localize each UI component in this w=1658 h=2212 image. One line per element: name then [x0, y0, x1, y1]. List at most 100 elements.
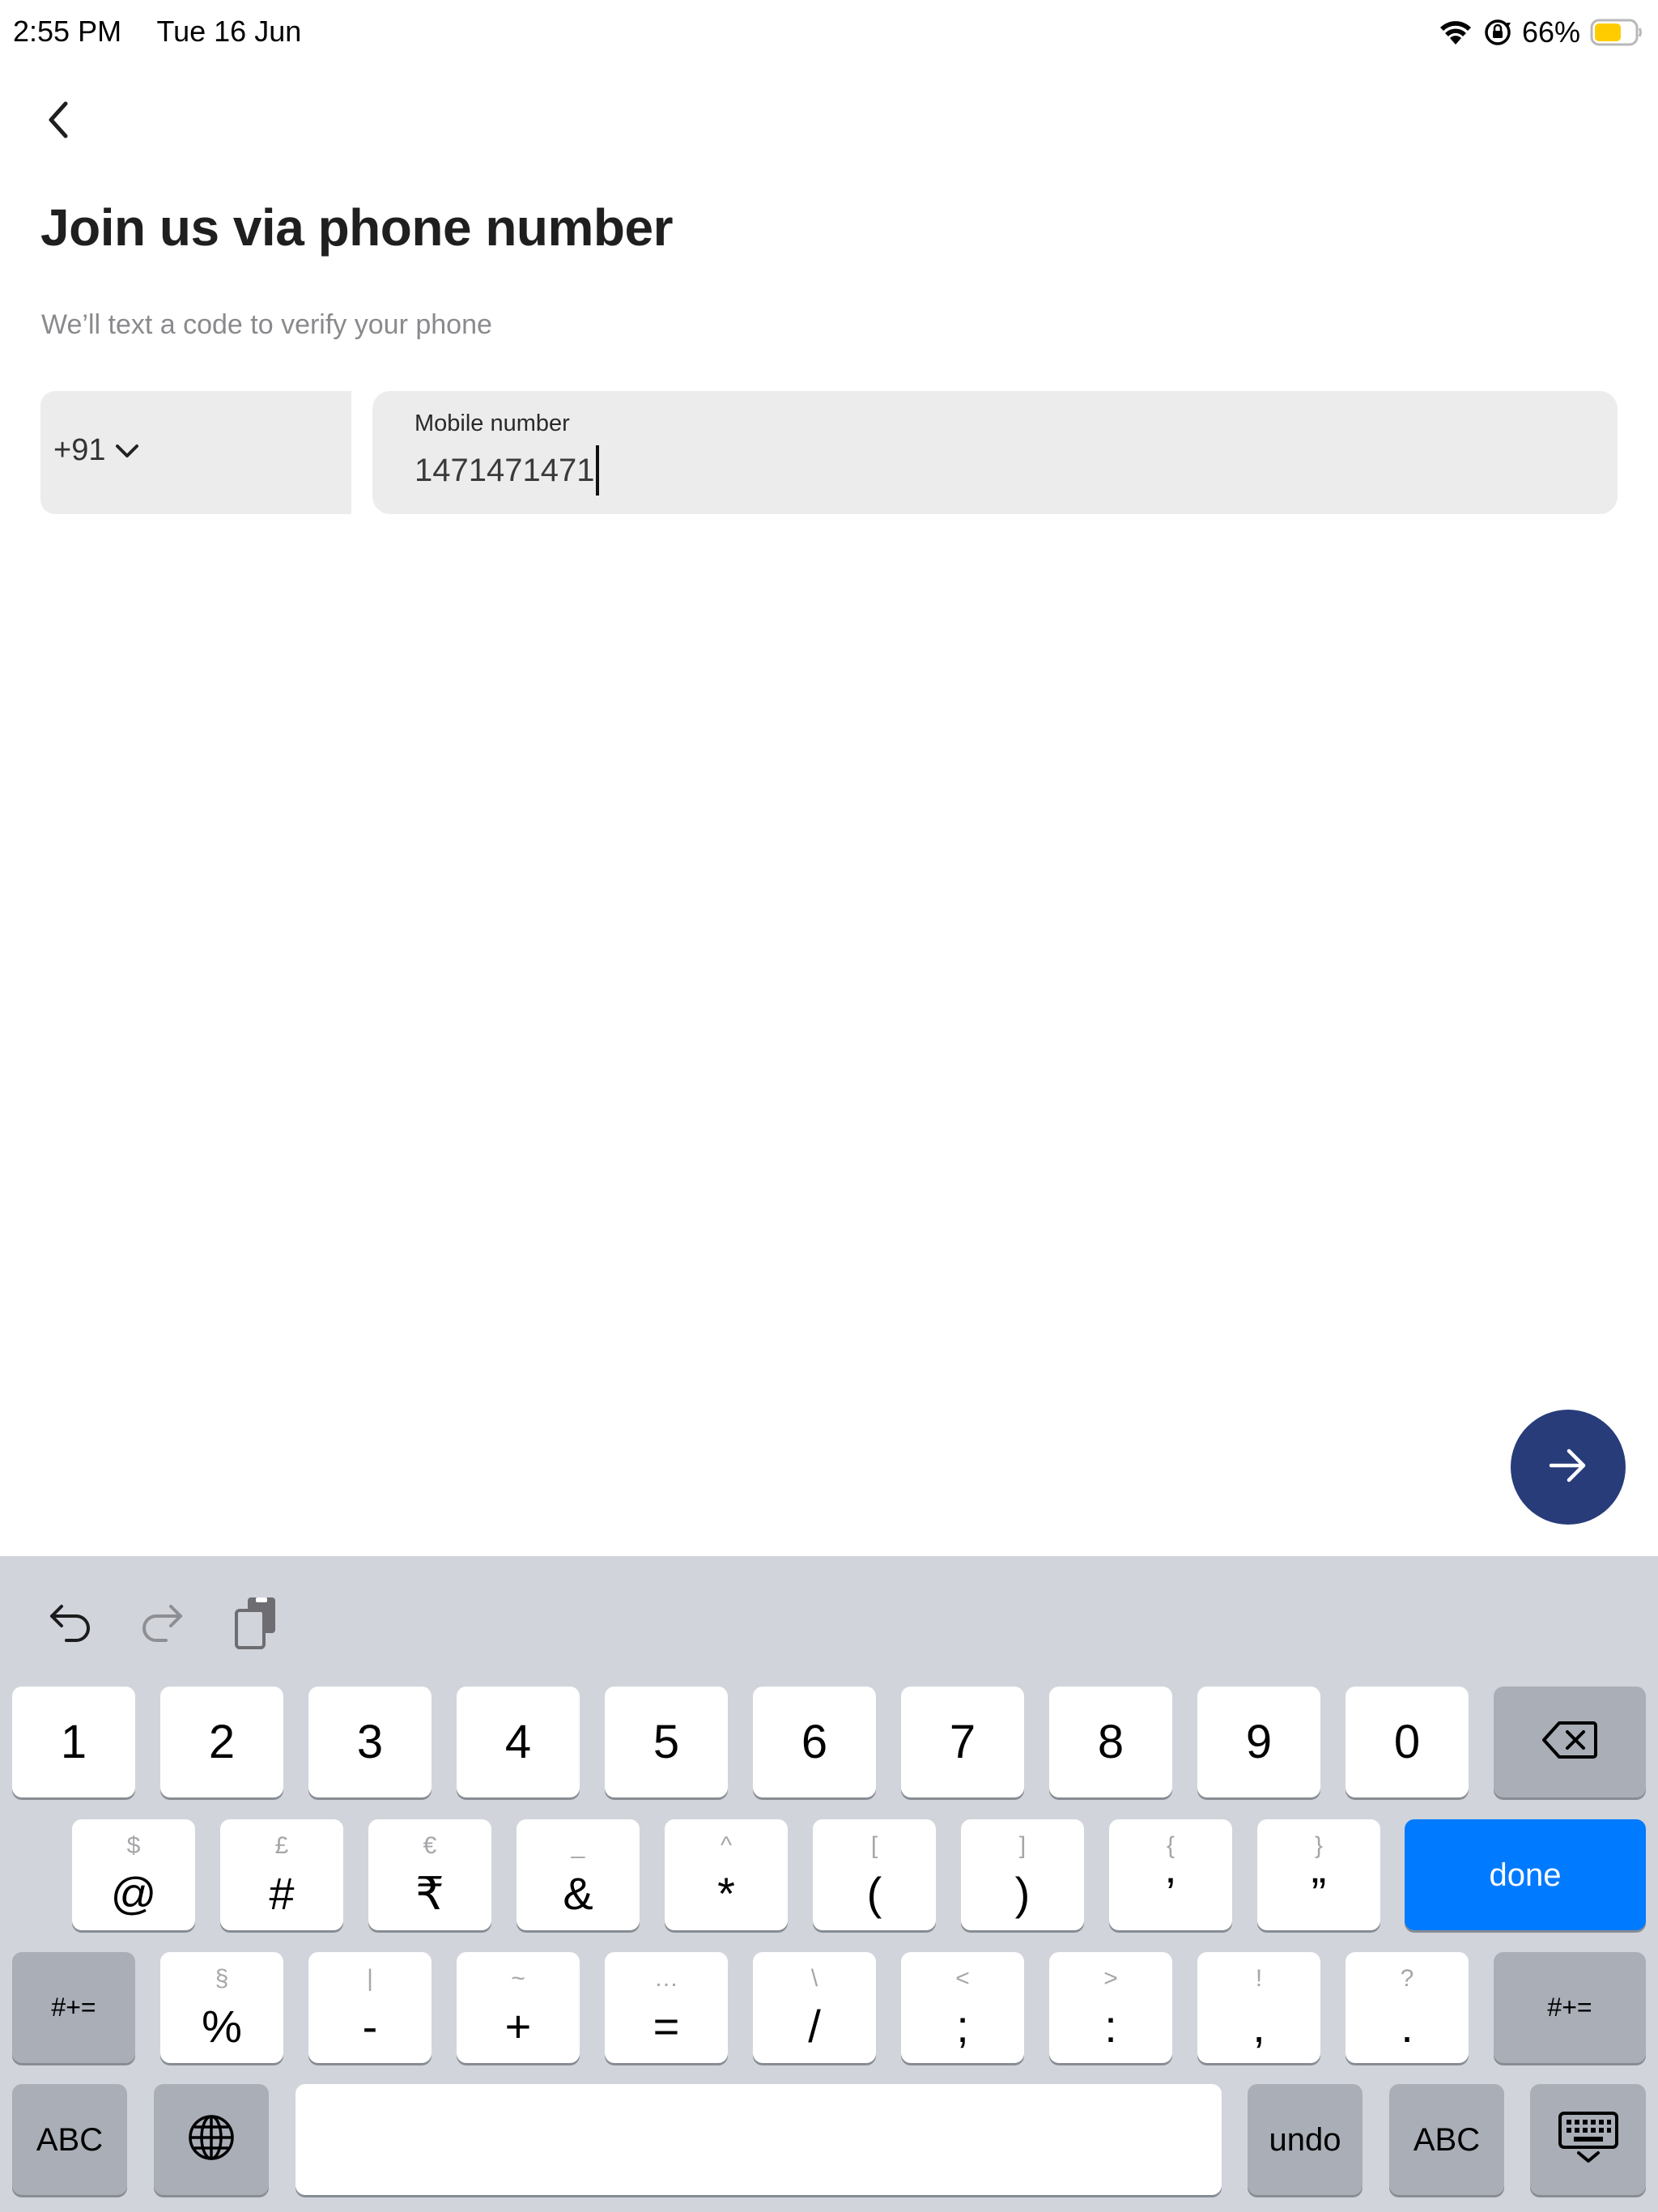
key-alt-label: £: [274, 1831, 289, 1859]
status-bar: 2:55 PM Tue 16 Jun 66%: [0, 0, 1658, 65]
key-label: ): [1014, 1867, 1031, 1919]
key-semicolon[interactable]: <;: [901, 1952, 1024, 2063]
key-label: :: [1104, 2000, 1117, 2052]
key-label: *: [717, 1867, 735, 1919]
key-8[interactable]: 8: [1049, 1687, 1172, 1797]
key-5[interactable]: 5: [605, 1687, 728, 1797]
key-percent[interactable]: §%: [160, 1952, 283, 2063]
key-label: 8: [1097, 1715, 1124, 1768]
key-label: ABC: [36, 2121, 104, 2158]
text-caret: [596, 445, 600, 496]
key-9[interactable]: 9: [1197, 1687, 1320, 1797]
key-equals[interactable]: … =: [605, 1952, 728, 2063]
key-hash[interactable]: £ #: [220, 1819, 343, 1930]
backspace-icon: [1541, 1720, 1598, 1764]
orientation-lock-icon: [1483, 18, 1512, 47]
keyboard-paste-button[interactable]: [227, 1592, 285, 1657]
key-4[interactable]: 4: [457, 1687, 580, 1797]
wifi-icon: [1438, 19, 1473, 46]
keyboard-dismiss-icon: [1558, 2111, 1619, 2168]
key-label: -: [362, 2000, 378, 2052]
key-quote[interactable]: }”: [1257, 1819, 1380, 1930]
paste-icon: [232, 1594, 280, 1655]
key-label: .: [1401, 2000, 1414, 2052]
keyboard-dismiss-key[interactable]: [1530, 2084, 1646, 2195]
key-alt-label: €: [423, 1831, 437, 1859]
abc-key-right[interactable]: ABC: [1389, 2084, 1504, 2195]
key-close-paren[interactable]: ]): [961, 1819, 1084, 1930]
chevron-down-icon: [115, 443, 139, 463]
abc-key-left[interactable]: ABC: [12, 2084, 127, 2195]
more-symbols-key-right[interactable]: #+=: [1494, 1952, 1646, 2063]
key-alt-label: _: [571, 1831, 585, 1859]
key-6[interactable]: 6: [753, 1687, 876, 1797]
status-date: Tue 16 Jun: [156, 15, 302, 48]
key-plus[interactable]: ~ +: [457, 1952, 580, 2063]
chevron-left-icon: [46, 100, 70, 144]
key-alt-label: |: [367, 1964, 373, 1992]
key-0[interactable]: 0: [1346, 1687, 1469, 1797]
key-label: +: [504, 2000, 532, 2052]
arrow-right-icon: [1548, 1448, 1588, 1487]
key-label: %: [202, 2000, 242, 2052]
key-label: ,: [1252, 2000, 1265, 2052]
mobile-number-value-row: 1471471471: [414, 445, 1618, 496]
key-7[interactable]: 7: [901, 1687, 1024, 1797]
key-alt-label: {: [1166, 1831, 1175, 1859]
key-colon[interactable]: >:: [1049, 1952, 1172, 2063]
key-hyphen[interactable]: | -: [308, 1952, 432, 2063]
key-alt-label: \: [810, 1964, 818, 1992]
undo-key[interactable]: undo: [1248, 2084, 1363, 2195]
key-label: ;: [956, 2000, 969, 2052]
globe-key[interactable]: [154, 2084, 269, 2195]
key-label: @: [110, 1867, 157, 1919]
key-label: ABC: [1413, 2121, 1481, 2158]
key-label: 2: [208, 1715, 236, 1768]
key-label: ’: [1165, 1867, 1176, 1919]
mobile-number-input[interactable]: 1471471471: [414, 453, 594, 489]
key-asterisk[interactable]: ^ *: [665, 1819, 788, 1930]
key-at[interactable]: $ @: [72, 1819, 195, 1930]
done-key[interactable]: done: [1405, 1819, 1646, 1930]
key-alt-label: !: [1255, 1964, 1263, 1992]
key-label: 5: [653, 1715, 680, 1768]
key-label: ”: [1311, 1867, 1327, 1919]
key-2[interactable]: 2: [160, 1687, 283, 1797]
status-time: 2:55 PM Tue 16 Jun: [13, 15, 301, 49]
mobile-number-label: Mobile number: [414, 410, 570, 436]
back-button[interactable]: [37, 96, 79, 147]
key-rupee[interactable]: € ₹: [368, 1819, 491, 1930]
key-label: #+=: [1547, 1993, 1592, 2022]
key-alt-label: §: [215, 1964, 229, 1992]
space-key[interactable]: [295, 2084, 1222, 2195]
delete-key[interactable]: [1494, 1687, 1646, 1797]
globe-icon: [186, 2112, 236, 2167]
key-alt-label: ?: [1400, 1964, 1414, 1992]
key-label: 3: [356, 1715, 384, 1768]
key-label: 4: [504, 1715, 532, 1768]
country-code-selector[interactable]: +91: [40, 391, 351, 514]
key-alt-label: ]: [1018, 1831, 1027, 1859]
key-1[interactable]: 1: [12, 1687, 135, 1797]
mobile-number-field[interactable]: Mobile number 1471471471: [372, 391, 1618, 514]
battery-percentage: 66%: [1521, 15, 1580, 49]
key-apostrophe[interactable]: {’: [1109, 1819, 1232, 1930]
keyboard-undo-button[interactable]: [40, 1592, 99, 1657]
key-3[interactable]: 3: [308, 1687, 432, 1797]
key-open-paren[interactable]: [(: [813, 1819, 936, 1930]
key-slash[interactable]: \ /: [753, 1952, 876, 2063]
key-label: =: [653, 2000, 680, 2052]
key-label: &: [563, 1867, 593, 1919]
keyboard-redo-button[interactable]: [134, 1592, 192, 1657]
more-symbols-key-left[interactable]: #+=: [12, 1952, 135, 2063]
battery-icon: [1590, 18, 1643, 47]
key-period[interactable]: ?.: [1346, 1952, 1469, 2063]
key-alt-label: >: [1103, 1964, 1118, 1992]
key-comma[interactable]: !,: [1197, 1952, 1320, 2063]
key-label: 9: [1245, 1715, 1273, 1768]
next-button[interactable]: [1511, 1410, 1626, 1525]
undo-icon: [45, 1600, 94, 1649]
key-ampersand[interactable]: _ &: [517, 1819, 640, 1930]
key-label: ₹: [415, 1867, 444, 1919]
key-alt-label: [: [870, 1831, 878, 1859]
